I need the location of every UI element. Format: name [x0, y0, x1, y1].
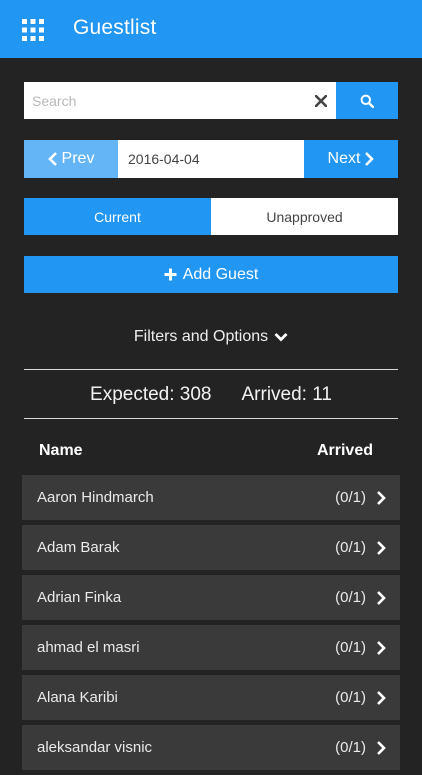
search-bar: [24, 82, 398, 119]
next-label: Next: [327, 150, 361, 167]
chevron-right-icon: [377, 691, 386, 705]
column-header-name: Name: [39, 442, 83, 459]
filters-toggle[interactable]: Filters and Options: [24, 324, 398, 350]
divider: [24, 369, 398, 370]
guest-row[interactable]: Aaron Hindmarch (0/1): [22, 475, 400, 520]
date-navigator: Prev Next: [24, 140, 398, 178]
chevron-right-icon: [377, 541, 386, 555]
guest-name: ahmad el masri: [37, 639, 140, 656]
search-icon: [360, 94, 374, 108]
chevron-left-icon: [47, 152, 57, 166]
guest-arrived-status: (0/1): [335, 639, 366, 656]
guest-row[interactable]: Alana Karibi (0/1): [22, 675, 400, 720]
tab-unapproved[interactable]: Unapproved: [211, 198, 398, 235]
attendance-stats: Expected: 308 Arrived: 11: [24, 381, 398, 409]
prev-label: Prev: [61, 150, 95, 167]
guest-arrived-status: (0/1): [335, 739, 366, 756]
guest-name: Adrian Finka: [37, 589, 122, 606]
chevron-right-icon: [365, 152, 375, 166]
arrived-count: Arrived: 11: [241, 384, 332, 405]
apps-grid-icon[interactable]: [22, 19, 44, 41]
guest-arrived-status: (0/1): [335, 539, 366, 556]
chevron-down-icon: [274, 333, 288, 342]
app-header: Guestlist: [0, 0, 422, 58]
date-field[interactable]: [118, 140, 304, 178]
guest-arrived-status: (0/1): [335, 689, 366, 706]
guest-arrived-status: (0/1): [335, 589, 366, 606]
guest-row[interactable]: aleksandar visnic (0/1): [22, 725, 400, 770]
chevron-right-icon: [377, 641, 386, 655]
guest-arrived-status: (0/1): [335, 489, 366, 506]
guest-name: Adam Barak: [37, 539, 120, 556]
guest-list: Aaron Hindmarch (0/1) Adam Barak (0/1) A…: [22, 475, 400, 775]
chevron-right-icon: [377, 741, 386, 755]
guest-row[interactable]: Adam Barak (0/1): [22, 525, 400, 570]
chevron-right-icon: [377, 491, 386, 505]
next-date-button[interactable]: Next: [304, 140, 398, 178]
guest-name: Alana Karibi: [37, 689, 118, 706]
divider: [24, 418, 398, 419]
search-button[interactable]: [336, 82, 398, 119]
column-header-arrived: Arrived: [316, 442, 373, 459]
close-icon: [315, 94, 327, 107]
tab-current[interactable]: Current: [24, 198, 211, 235]
add-guest-label: Add Guest: [182, 265, 259, 283]
plus-icon: [164, 268, 177, 281]
guest-name: aleksandar visnic: [37, 739, 153, 756]
guest-row[interactable]: Adrian Finka (0/1): [22, 575, 400, 620]
filters-label: Filters and Options: [133, 328, 269, 345]
clear-search-button[interactable]: [306, 82, 336, 119]
expected-count: Expected: 308: [90, 384, 212, 405]
prev-date-button[interactable]: Prev: [24, 140, 118, 178]
guest-name: Aaron Hindmarch: [37, 489, 154, 506]
chevron-right-icon: [377, 591, 386, 605]
add-guest-button[interactable]: Add Guest: [24, 256, 398, 293]
guest-status-tabs: Current Unapproved: [24, 198, 398, 235]
search-input[interactable]: [24, 82, 336, 119]
page-title: Guestlist: [73, 16, 157, 39]
guest-row[interactable]: ahmad el masri (0/1): [22, 625, 400, 670]
